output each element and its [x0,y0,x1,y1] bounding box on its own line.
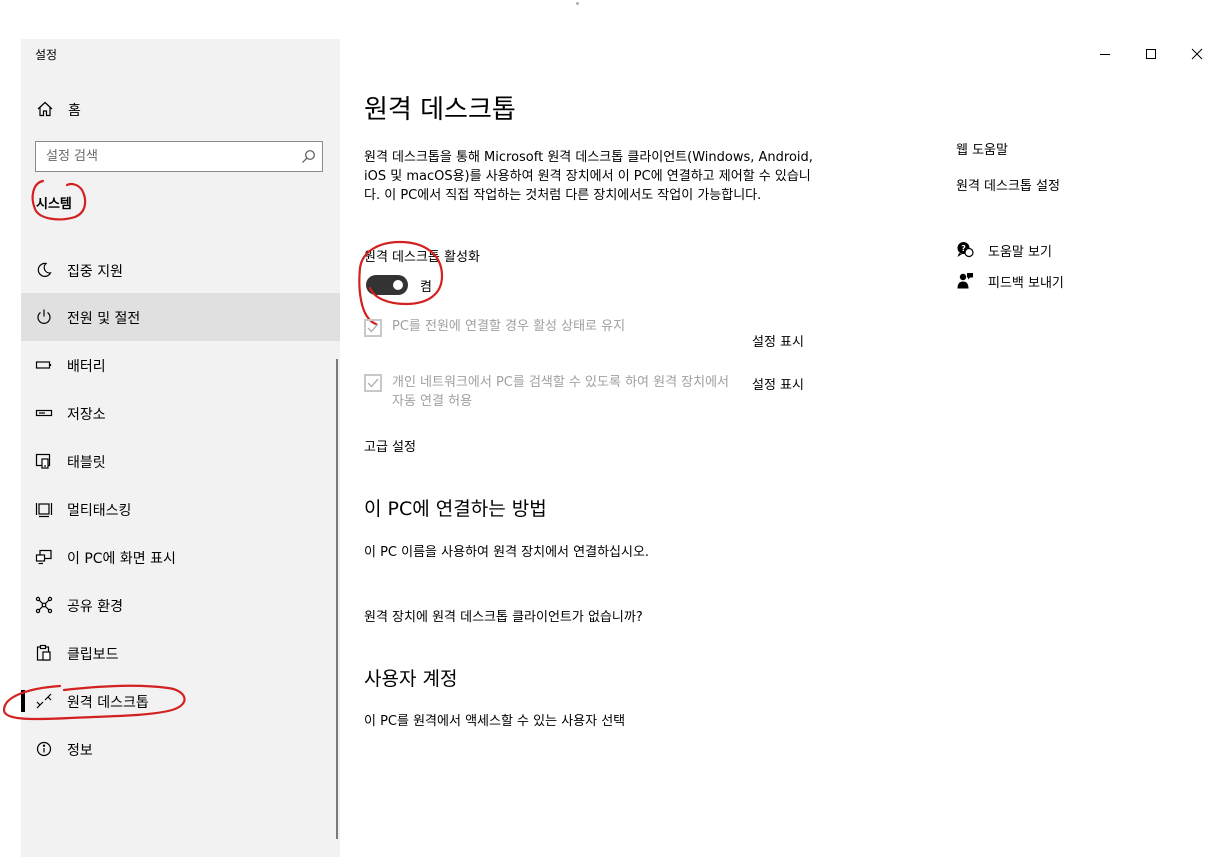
sidebar-item-label: 저장소 [67,407,106,423]
sidebar-item-about[interactable]: 정보 [21,725,340,773]
group-title: 시스템 [36,197,72,212]
sidebar: 설정 홈 시스템 집중 지원 전원 및 절전 배터리 [21,39,340,857]
main-content: 원격 데스크톱 원격 데스크톱을 통해 Microsoft 원격 데스크톱 클라… [340,0,1208,857]
page-description: 원격 데스크톱을 통해 Microsoft 원격 데스크톱 클라이언트(Wind… [364,150,813,203]
sidebar-scrollbar[interactable] [336,359,338,839]
home-icon [36,100,54,118]
sidebar-item-label: 홈 [68,103,81,119]
moon-icon [35,261,53,279]
send-feedback-link[interactable]: 피드백 보내기 [956,271,1086,291]
select-users-link[interactable]: 이 PC를 원격에서 액세스할 수 있는 사용자 선택 [364,710,625,729]
toggle-knob [393,280,403,290]
remote-desktop-toggle[interactable] [366,275,408,295]
sidebar-item-multitasking[interactable]: 멀티태스킹 [21,485,340,533]
minimize-button[interactable] [1082,40,1128,68]
storage-icon [35,404,53,422]
discoverable-text: 개인 네트워크에서 PC를 검색할 수 있도록 하여 원격 장치에서 자동 연결… [392,375,730,409]
page-title: 원격 데스크톱 [364,95,516,125]
sidebar-item-label: 원격 데스크톱 [67,695,149,711]
connect-heading: 이 PC에 연결하는 방법 [364,498,547,520]
close-button[interactable] [1174,40,1208,68]
connect-text: 이 PC 이름을 사용하여 원격 장치에서 연결하십시오. [364,545,650,560]
search-icon[interactable] [301,149,316,164]
sidebar-item-power-sleep[interactable]: 전원 및 절전 [21,293,340,341]
info-icon [35,740,53,758]
get-help-label: 도움말 보기 [988,245,1052,260]
help-icon: ? [956,241,974,259]
sidebar-item-label: 집중 지원 [67,264,123,280]
share-icon [35,596,53,614]
keep-awake-checkbox[interactable] [364,319,382,337]
feedback-icon [956,272,974,290]
sidebar-item-label: 정보 [67,743,93,759]
toggle-label: 원격 데스크톱 활성화 [364,250,480,265]
show-settings-link[interactable]: 설정 표시 [752,331,804,350]
no-client-link[interactable]: 원격 장치에 원격 데스크톱 클라이언트가 없습니까? [364,606,643,625]
search-input[interactable] [36,142,306,171]
sidebar-item-label: 멀티태스킹 [67,503,132,519]
maximize-button[interactable] [1128,40,1174,68]
sidebar-item-remote-desktop[interactable]: 원격 데스크톱 [21,677,340,725]
sidebar-item-shared-experiences[interactable]: 공유 환경 [21,581,340,629]
sidebar-item-focus-assist[interactable]: 집중 지원 [21,246,340,294]
maximize-icon [1146,49,1156,59]
sidebar-item-home[interactable]: 홈 [21,91,340,127]
sidebar-item-label: 클립보드 [67,647,119,663]
selection-indicator [21,690,25,712]
check-icon [367,378,379,388]
sidebar-item-label: 공유 환경 [67,599,123,615]
sidebar-item-label: 전원 및 절전 [67,311,141,327]
remote-desktop-icon [35,692,53,710]
remote-desktop-settings-link[interactable]: 원격 데스크톱 설정 [956,175,1060,194]
help-web-title: 웹 도움말 [956,143,1008,158]
sidebar-item-label: 태블릿 [67,455,106,471]
multitasking-icon [35,500,53,518]
sidebar-item-label: 이 PC에 화면 표시 [67,551,176,567]
search-box [35,141,323,172]
project-icon [35,548,53,566]
battery-icon [35,356,53,374]
sidebar-item-battery[interactable]: 배터리 [21,341,340,389]
sidebar-item-project-to-pc[interactable]: 이 PC에 화면 표시 [21,533,340,581]
toggle-state: 켬 [420,280,432,295]
accounts-heading: 사용자 계정 [364,668,458,690]
sidebar-item-clipboard[interactable]: 클립보드 [21,629,340,677]
show-settings-link[interactable]: 설정 표시 [752,374,804,393]
get-help-link[interactable]: ? 도움말 보기 [956,240,1076,260]
minimize-icon [1100,54,1110,55]
sidebar-item-label: 배터리 [67,359,106,375]
send-feedback-label: 피드백 보내기 [988,276,1064,291]
power-icon [35,308,53,326]
svg-text:?: ? [961,244,966,253]
discoverable-checkbox[interactable] [364,374,382,392]
close-icon [1191,48,1203,60]
keep-awake-text: PC를 전원에 연결할 경우 활성 상태로 유지 [392,319,626,334]
check-icon [367,323,379,333]
sidebar-item-tablet[interactable]: 태블릿 [21,437,340,485]
sidebar-item-storage[interactable]: 저장소 [21,389,340,437]
clipboard-icon [35,644,53,662]
tablet-icon [35,452,53,470]
advanced-settings-link[interactable]: 고급 설정 [364,436,416,455]
app-title: 설정 [35,48,58,62]
